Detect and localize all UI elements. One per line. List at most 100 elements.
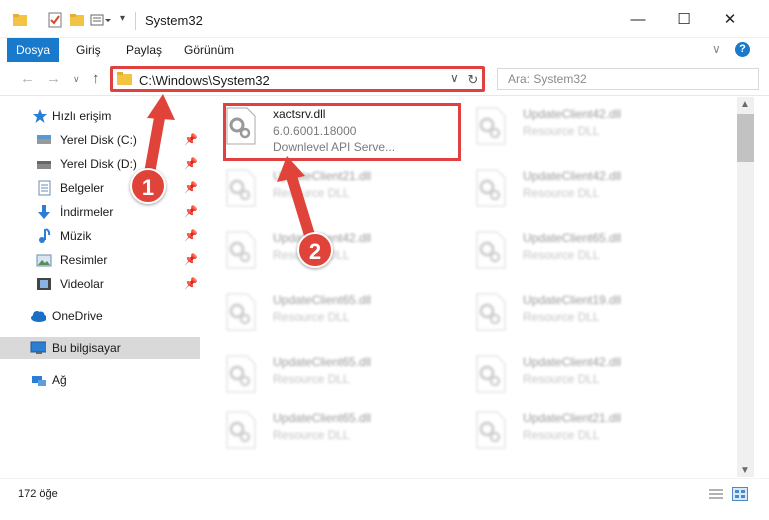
star-icon [33, 109, 47, 123]
up-arrow-icon[interactable]: ↑ [92, 70, 100, 87]
pin-icon[interactable]: 📌 [184, 157, 198, 170]
pin-icon[interactable]: 📌 [184, 277, 198, 290]
file-description: Resource DLL [523, 186, 600, 200]
file-list: xactsrv.dll 6.0.6001.18000 Downlevel API… [210, 97, 737, 477]
network-icon [32, 376, 46, 386]
new-folder-icon[interactable] [69, 12, 85, 28]
dll-file-icon [226, 293, 256, 331]
sidebar-item-quick-access[interactable]: Hızlı erişim [0, 105, 200, 127]
drive-icon [37, 161, 51, 169]
ribbon-tabs: Dosya Giriş Paylaş Görünüm ∨ [0, 38, 769, 62]
file-name: UpdateClient65.dll [273, 355, 372, 369]
close-button[interactable]: ✕ [707, 0, 753, 38]
status-bar: 172 öğe [0, 478, 769, 508]
file-name: UpdateClient65.dll [523, 231, 622, 245]
dll-file-icon [476, 107, 506, 145]
pin-icon[interactable]: 📌 [184, 181, 198, 194]
pin-icon[interactable]: 📌 [184, 133, 198, 146]
tab-file[interactable]: Dosya [7, 38, 59, 62]
tab-home[interactable]: Giriş [66, 38, 111, 62]
sidebar-item-label: Yerel Disk (D:) [60, 157, 137, 171]
scroll-down-icon[interactable]: ▼ [740, 465, 750, 476]
scrollbar-thumb[interactable] [737, 114, 754, 162]
sidebar-item-label: Hızlı erişim [52, 109, 112, 123]
pin-icon[interactable]: 📌 [184, 253, 198, 266]
sidebar-item-onedrive[interactable]: OneDrive [0, 305, 200, 327]
tab-view[interactable]: Görünüm [174, 38, 244, 62]
chevron-down-icon[interactable]: ▾ [120, 13, 125, 29]
sidebar-item-label: Bu bilgisayar [52, 341, 121, 355]
sidebar-item-local-disk-d[interactable]: Yerel Disk (D:) 📌 [0, 153, 200, 175]
customize-toolbar-icon[interactable] [90, 12, 112, 28]
refresh-icon[interactable]: ↻ [463, 70, 483, 90]
expand-ribbon-icon[interactable]: ∨ [712, 42, 721, 56]
file-item[interactable]: UpdateClient65.dll Resource DLL [460, 221, 696, 279]
drive-icon [37, 135, 51, 144]
navigation-pane: Hızlı erişim Yerel Disk (C:) 📌 Yerel Dis… [0, 97, 202, 477]
sidebar-item-music[interactable]: Müzik 📌 [0, 225, 200, 247]
file-name: UpdateClient21.dll [273, 169, 372, 183]
dll-file-icon [476, 411, 506, 449]
tab-share[interactable]: Paylaş [116, 38, 172, 62]
address-path[interactable]: C:\Windows\System32 [139, 73, 270, 88]
sidebar-item-pictures[interactable]: Resimler 📌 [0, 249, 200, 271]
file-description: Resource DLL [273, 186, 350, 200]
folder-icon [117, 72, 132, 85]
file-item[interactable]: UpdateClient42.dll Resource DLL [460, 159, 696, 217]
dll-file-icon [476, 293, 506, 331]
pin-icon[interactable]: 📌 [184, 229, 198, 242]
sidebar-item-this-pc[interactable]: Bu bilgisayar [0, 337, 200, 359]
forward-arrow-icon[interactable]: → [46, 70, 61, 87]
sidebar-item-label: Resimler [60, 253, 108, 267]
help-icon[interactable]: ? [735, 42, 750, 57]
back-arrow-icon[interactable]: ← [20, 70, 35, 87]
file-item[interactable]: UpdateClient21.dll Resource DLL [460, 401, 696, 459]
file-name: UpdateClient65.dll [273, 293, 372, 307]
step-badge-1: 1 [130, 168, 166, 204]
file-description: Resource DLL [273, 310, 350, 324]
file-item[interactable]: UpdateClient19.dll Resource DLL [460, 283, 696, 341]
file-name: UpdateClient42.dll [523, 107, 622, 121]
pin-icon[interactable]: 📌 [184, 205, 198, 218]
sidebar-item-network[interactable]: Ağ [0, 369, 200, 391]
dll-file-icon [476, 355, 506, 393]
file-name: UpdateClient42.dll [523, 355, 622, 369]
dll-file-icon [476, 231, 506, 269]
sidebar-item-local-disk-c[interactable]: Yerel Disk (C:) 📌 [0, 129, 200, 151]
computer-icon [30, 341, 46, 354]
file-item[interactable]: UpdateClient21.dll Resource DLL [210, 159, 446, 217]
maximize-button[interactable]: ☐ [661, 0, 707, 38]
sidebar-item-label: OneDrive [52, 309, 103, 323]
sidebar-item-label: Ağ [52, 373, 67, 387]
address-bar[interactable]: C:\Windows\System32 ∨ [110, 66, 485, 92]
sidebar-item-downloads[interactable]: İndirmeler 📌 [0, 201, 200, 223]
file-description: Resource DLL [273, 428, 350, 442]
file-description: Resource DLL [273, 372, 350, 386]
file-item[interactable]: UpdateClient42.dll Resource DLL [460, 97, 696, 155]
properties-check-icon[interactable] [47, 12, 63, 28]
file-item[interactable]: UpdateClient65.dll Resource DLL [210, 401, 446, 459]
file-item[interactable]: UpdateClient65.dll Resource DLL [210, 345, 446, 403]
minimize-button[interactable]: — [615, 0, 661, 38]
large-icons-view-icon[interactable] [732, 487, 748, 501]
search-input[interactable]: Ara: System32 [497, 68, 759, 90]
video-icon [37, 278, 51, 290]
sidebar-item-documents[interactable]: Belgeler 📌 [0, 177, 200, 199]
sidebar-item-videos[interactable]: Videolar 📌 [0, 273, 200, 295]
file-item[interactable]: UpdateClient65.dll Resource DLL [210, 283, 446, 341]
details-view-icon[interactable] [708, 487, 724, 501]
music-icon [39, 228, 51, 243]
vertical-scrollbar[interactable]: ▲ ▼ [737, 97, 754, 477]
chevron-down-icon[interactable]: ∨ [450, 71, 459, 85]
navigation-bar: ← → ∨ ↑ C:\Windows\System32 ∨ ↻ Ara: Sys… [0, 62, 769, 96]
cloud-icon [31, 311, 46, 322]
step-badge-2: 2 [297, 232, 333, 268]
file-item[interactable]: UpdateClient42.dll Resource DLL [460, 345, 696, 403]
sidebar-item-label: Yerel Disk (C:) [60, 133, 137, 147]
dll-file-icon [476, 169, 506, 207]
folder-icon [13, 14, 27, 26]
recent-locations-icon[interactable]: ∨ [73, 74, 80, 85]
scroll-up-icon[interactable]: ▲ [740, 99, 750, 110]
dll-file-icon [226, 231, 256, 269]
file-name: UpdateClient21.dll [523, 411, 622, 425]
